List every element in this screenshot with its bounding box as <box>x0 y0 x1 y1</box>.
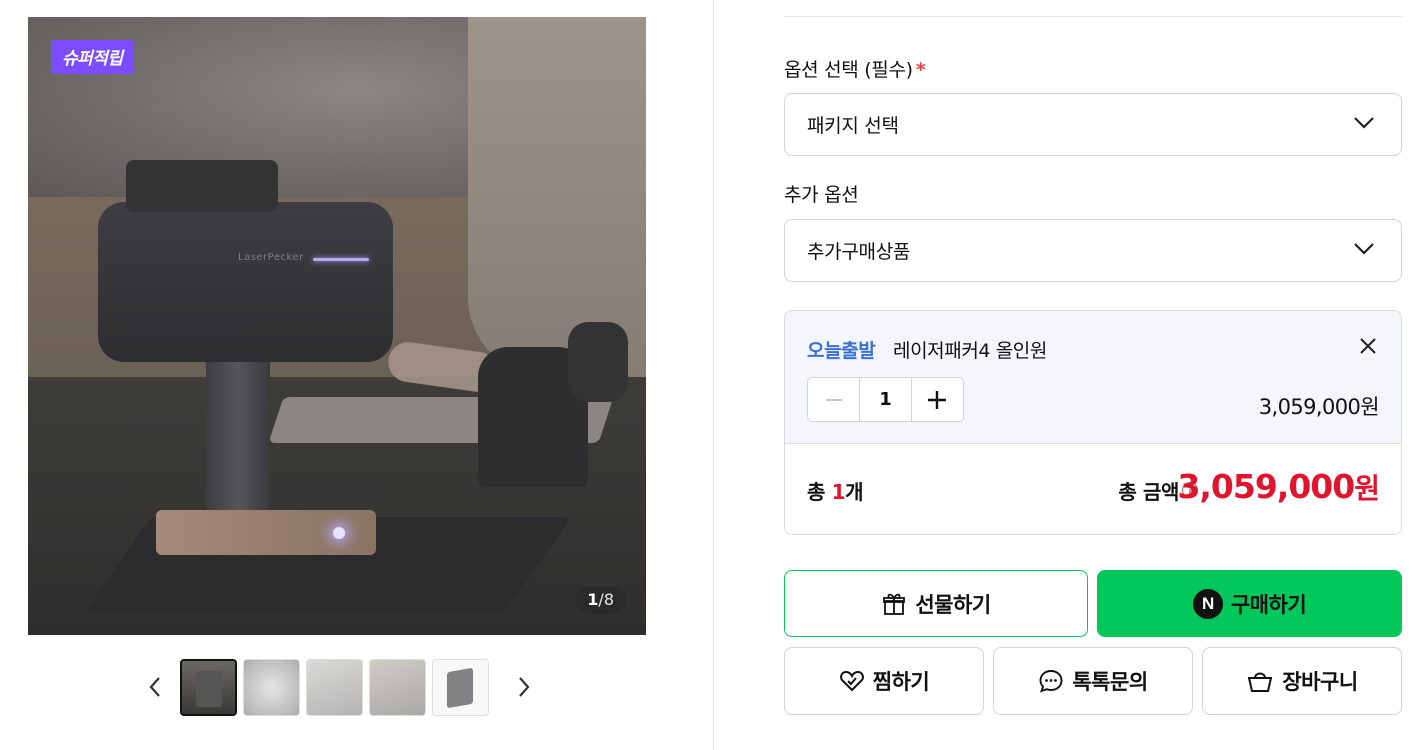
item-price: 3,059,000원 <box>1258 395 1380 419</box>
shopping-bag-icon <box>1248 672 1273 692</box>
thumbnail-prev-button[interactable] <box>140 672 170 702</box>
wishlist-button[interactable]: 찜하기 <box>784 647 984 715</box>
total-row: 총 1개 총 금액 3,059,000원 <box>785 444 1401 534</box>
engraver-body <box>98 202 393 362</box>
increase-button[interactable] <box>912 378 963 421</box>
thumbnail-4[interactable] <box>369 658 426 716</box>
option-required-label: 옵션 선택 (필수) * <box>784 59 926 81</box>
item-name: 레이저패커4 올인원 <box>893 340 1047 362</box>
heart-icon <box>839 670 864 692</box>
chat-bubble-icon <box>1039 670 1063 693</box>
chevron-right-icon <box>519 677 530 697</box>
naver-pay-icon: N <box>1192 588 1223 619</box>
total-count: 총 1개 <box>807 480 864 504</box>
required-mark: * <box>915 59 926 81</box>
chevron-down-icon <box>1354 117 1374 129</box>
gift-icon <box>883 593 906 615</box>
package-select[interactable]: 패키지 선택 <box>784 93 1402 156</box>
product-logo: LaserPecker <box>238 252 304 263</box>
today-shipping-badge: 오늘출발 <box>807 340 876 362</box>
minus-icon <box>825 398 842 401</box>
close-icon[interactable] <box>1357 335 1379 357</box>
extra-option-select[interactable]: 추가구매상품 <box>784 219 1402 282</box>
column-divider <box>713 0 714 750</box>
image-counter: 1/8 <box>575 586 626 613</box>
thumbnail-strip <box>140 657 540 717</box>
gift-button[interactable]: 선물하기 <box>784 570 1088 637</box>
extra-option-label: 추가 옵션 <box>784 184 859 206</box>
total-price: 3,059,000원 <box>1177 467 1380 506</box>
buy-button[interactable]: N 구매하기 <box>1097 570 1402 637</box>
selected-items-box: 오늘출발 레이저패커4 올인원 1 3,059,000원 총 1개 총 금액 3… <box>784 310 1402 535</box>
total-amount-label: 총 금액 <box>1118 480 1179 504</box>
super-reward-badge: 슈퍼적립 <box>51 40 134 74</box>
selected-item: 오늘출발 레이저패커4 올인원 1 3,059,000원 <box>785 311 1401 444</box>
product-main-image[interactable]: LaserPecker 슈퍼적립 1/8 <box>28 17 646 635</box>
chevron-down-icon <box>1354 243 1374 255</box>
thumbnail-5[interactable] <box>432 658 489 716</box>
chevron-left-icon <box>149 677 160 697</box>
decrease-button[interactable] <box>808 378 859 421</box>
top-divider <box>784 16 1402 17</box>
quantity-stepper: 1 <box>807 377 964 422</box>
thumbnail-2[interactable] <box>243 658 300 716</box>
plus-icon <box>928 390 947 409</box>
talk-inquiry-button[interactable]: 톡톡문의 <box>993 647 1193 715</box>
laser-beam <box>333 527 345 539</box>
thumbnail-1[interactable] <box>180 658 237 716</box>
quantity-input[interactable]: 1 <box>859 378 912 421</box>
thumbnail-3[interactable] <box>306 658 363 716</box>
cart-button[interactable]: 장바구니 <box>1202 647 1402 715</box>
thumbnail-next-button[interactable] <box>509 672 539 702</box>
